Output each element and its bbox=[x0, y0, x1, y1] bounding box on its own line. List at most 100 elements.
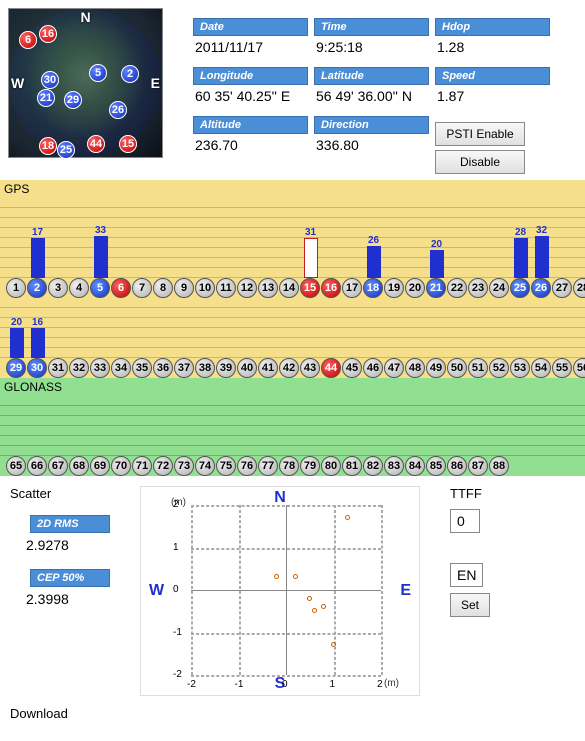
glonass-band: GLONASS 65666768697071727374757677787980… bbox=[0, 378, 585, 476]
sat-ball: 71 bbox=[132, 456, 152, 476]
sat-ball: 76 bbox=[237, 456, 257, 476]
sat-ball: 50 bbox=[447, 358, 467, 378]
bar-label: 28 bbox=[515, 227, 526, 238]
signal-bar bbox=[430, 250, 444, 278]
ttff-label: TTFF bbox=[450, 486, 490, 501]
plot-east: E bbox=[400, 582, 411, 600]
globe-sat: 2 bbox=[121, 65, 139, 83]
sat-ball: 80 bbox=[321, 456, 341, 476]
psti-enable-button[interactable]: PSTI Enable bbox=[435, 122, 525, 146]
globe-sat: 6 bbox=[19, 31, 37, 49]
sat-ball: 46 bbox=[363, 358, 383, 378]
sat-ball: 73 bbox=[174, 456, 194, 476]
sat-ball: 81 bbox=[342, 456, 362, 476]
speed-value: 1.87 bbox=[435, 85, 550, 110]
hdop-header: Hdop bbox=[435, 18, 550, 36]
ttff-value: 0 bbox=[450, 509, 480, 533]
lat-value: 56 49' 36.00'' N bbox=[314, 85, 429, 110]
scatter-point bbox=[307, 596, 312, 601]
sat-ball: 28 bbox=[573, 278, 585, 298]
sat-ball: 18 bbox=[363, 278, 383, 298]
sat-ball: 29 bbox=[6, 358, 26, 378]
sat-ball: 2 bbox=[27, 278, 47, 298]
sky-globe: N W E 616305221292618254415 bbox=[8, 8, 163, 158]
scatter-point bbox=[312, 608, 317, 613]
signal-bar bbox=[535, 236, 549, 278]
sat-ball: 34 bbox=[111, 358, 131, 378]
globe-sat: 16 bbox=[39, 25, 57, 43]
alt-value: 236.70 bbox=[193, 134, 308, 159]
date-value: 2011/11/17 bbox=[193, 36, 308, 61]
scatter-point bbox=[293, 574, 298, 579]
sat-ball: 70 bbox=[111, 456, 131, 476]
sat-ball: 67 bbox=[48, 456, 68, 476]
sat-ball: 83 bbox=[384, 456, 404, 476]
sat-ball: 79 bbox=[300, 456, 320, 476]
y-tick: 1 bbox=[173, 542, 179, 553]
sat-ball: 77 bbox=[258, 456, 278, 476]
signal-bar bbox=[367, 246, 381, 278]
sat-ball: 44 bbox=[321, 358, 341, 378]
sat-ball: 40 bbox=[237, 358, 257, 378]
sat-ball: 13 bbox=[258, 278, 278, 298]
sat-ball: 42 bbox=[279, 358, 299, 378]
sat-ball: 84 bbox=[405, 456, 425, 476]
time-value: 9:25:18 bbox=[314, 36, 429, 61]
rms-value: 2.9278 bbox=[22, 535, 130, 569]
dir-header: Direction bbox=[314, 116, 429, 134]
sat-ball: 1 bbox=[6, 278, 26, 298]
disable-button[interactable]: Disable bbox=[435, 150, 525, 174]
sat-ball: 43 bbox=[300, 358, 320, 378]
alt-header: Altitude bbox=[193, 116, 308, 134]
globe-sat: 44 bbox=[87, 135, 105, 153]
hdop-value: 1.28 bbox=[435, 36, 550, 61]
x-tick: 0 bbox=[282, 679, 288, 690]
cep-value: 2.3998 bbox=[22, 589, 130, 623]
nav-fields: Date2011/11/17 Time9:25:18 Hdop1.28 Long… bbox=[163, 8, 585, 180]
signal-bar bbox=[94, 236, 108, 278]
set-button[interactable]: Set bbox=[450, 593, 490, 617]
lon-value: 60 35' 40.25'' E bbox=[193, 85, 308, 110]
x-tick: 2 bbox=[377, 679, 383, 690]
sat-ball: 35 bbox=[132, 358, 152, 378]
gps-label: GPS bbox=[0, 180, 585, 198]
sat-ball: 27 bbox=[552, 278, 572, 298]
time-header: Time bbox=[314, 18, 429, 36]
sat-ball: 16 bbox=[321, 278, 341, 298]
sat-ball: 26 bbox=[531, 278, 551, 298]
x-tick: 1 bbox=[330, 679, 336, 690]
sat-ball: 9 bbox=[174, 278, 194, 298]
sat-ball: 41 bbox=[258, 358, 278, 378]
x-tick: -2 bbox=[187, 679, 196, 690]
en-value[interactable]: EN bbox=[450, 563, 483, 587]
sat-ball: 54 bbox=[531, 358, 551, 378]
sat-ball: 69 bbox=[90, 456, 110, 476]
compass-n: N bbox=[80, 9, 90, 25]
bar-label: 17 bbox=[32, 227, 43, 238]
sat-ball: 74 bbox=[195, 456, 215, 476]
y-tick: -1 bbox=[173, 627, 182, 638]
plot-west: W bbox=[149, 582, 164, 600]
compass-e: E bbox=[151, 75, 160, 91]
sat-ball: 55 bbox=[552, 358, 572, 378]
download-title: Download bbox=[0, 696, 585, 721]
sat-ball: 10 bbox=[195, 278, 215, 298]
signal-bar-outline bbox=[304, 238, 318, 278]
glonass-label: GLONASS bbox=[0, 378, 585, 396]
signal-bar bbox=[31, 238, 45, 278]
compass-w: W bbox=[11, 75, 24, 91]
scatter-point bbox=[331, 642, 336, 647]
sat-ball: 51 bbox=[468, 358, 488, 378]
sat-ball: 39 bbox=[216, 358, 236, 378]
sat-ball: 24 bbox=[489, 278, 509, 298]
globe-sat: 26 bbox=[109, 101, 127, 119]
globe-sat: 30 bbox=[41, 71, 59, 89]
sat-ball: 75 bbox=[216, 456, 236, 476]
y-tick: 2 bbox=[173, 499, 179, 510]
date-header: Date bbox=[193, 18, 308, 36]
sat-ball: 17 bbox=[342, 278, 362, 298]
sat-ball: 37 bbox=[174, 358, 194, 378]
rms-header: 2D RMS bbox=[30, 515, 110, 533]
signal-bar bbox=[10, 328, 24, 358]
globe-sat: 15 bbox=[119, 135, 137, 153]
